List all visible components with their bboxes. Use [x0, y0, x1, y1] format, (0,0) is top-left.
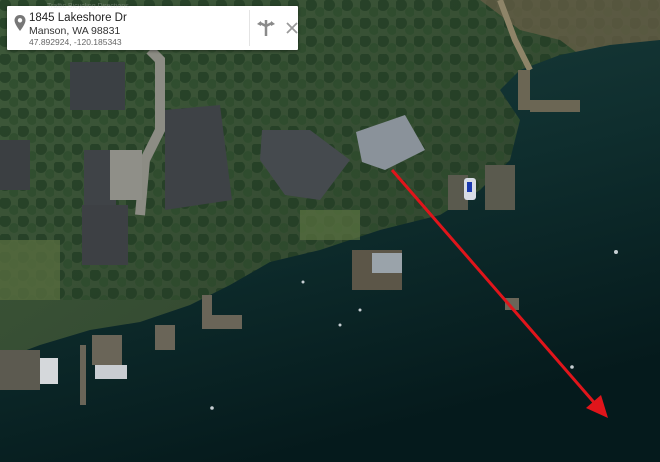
dock	[530, 100, 580, 112]
buoy	[301, 280, 305, 284]
dock	[485, 165, 515, 210]
buoy	[358, 308, 362, 312]
house-roof	[82, 205, 128, 265]
divider	[249, 10, 250, 46]
boathouse	[40, 358, 58, 384]
buoy	[570, 365, 574, 369]
dock	[80, 345, 86, 405]
lawn	[300, 210, 360, 240]
buoy	[614, 250, 618, 254]
place-info-card: Traffic Bicycling Directions 1845 Lakesh…	[7, 3, 301, 50]
house-roof	[165, 105, 232, 210]
dock	[202, 295, 212, 320]
satellite-map[interactable]	[0, 0, 660, 462]
location-pin-icon	[14, 15, 26, 31]
boathouse	[372, 253, 402, 273]
boat	[467, 182, 472, 192]
address-title: 1845 Lakeshore Dr	[29, 12, 127, 24]
close-icon[interactable]	[283, 17, 301, 39]
lawn	[0, 240, 60, 300]
buoy	[338, 323, 342, 327]
dock	[155, 325, 175, 350]
dock	[0, 350, 40, 390]
buoy	[210, 406, 214, 410]
top-bar-text: Traffic Bicycling Directions	[47, 3, 129, 10]
house-roof	[70, 62, 125, 110]
dock	[92, 335, 122, 365]
boathouse	[95, 365, 127, 379]
address-coordinates: 47.892924, -120.185343	[29, 37, 122, 47]
dock	[518, 70, 530, 110]
house-roof	[110, 150, 142, 200]
address-city: Manson, WA 98831	[29, 25, 121, 37]
house-roof	[0, 140, 30, 190]
directions-icon[interactable]	[254, 17, 278, 39]
